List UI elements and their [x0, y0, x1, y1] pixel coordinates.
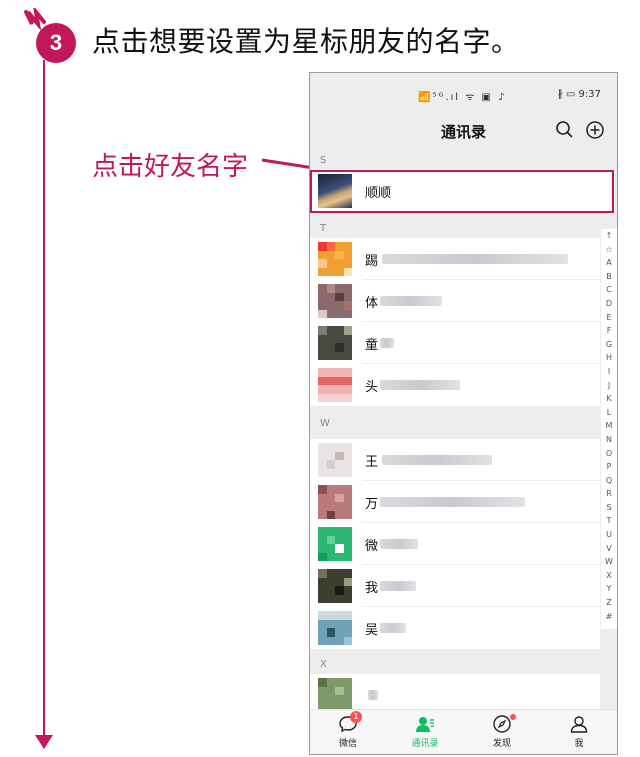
blurred-name: [380, 623, 406, 633]
tab-chats[interactable]: 1 微信: [310, 710, 386, 754]
status-right: ∦ ▭ 9:37: [557, 89, 601, 100]
index-letter[interactable]: G: [601, 338, 617, 352]
tab-discover[interactable]: 发现: [464, 710, 540, 754]
contact-row[interactable]: 王: [310, 439, 600, 481]
index-letter[interactable]: C: [601, 283, 617, 297]
contact-name: 微: [365, 539, 379, 554]
index-letter[interactable]: P: [601, 460, 617, 474]
status-bar: 📶⁵ᴳ.ıl ᯤ ▣ ♪ ∦ ▭ 9:37: [310, 73, 617, 115]
blurred-name: [380, 539, 418, 549]
index-letter[interactable]: U: [601, 528, 617, 542]
blurred-name: [380, 581, 416, 591]
index-letter[interactable]: Y: [601, 582, 617, 596]
index-letter[interactable]: L: [601, 406, 617, 420]
avatar: [318, 485, 352, 519]
contact-name: 踢: [365, 254, 379, 269]
contact-row[interactable]: 吴: [310, 607, 600, 649]
compass-icon: [493, 715, 511, 733]
index-letter[interactable]: Z: [601, 596, 617, 610]
index-letter[interactable]: ↑: [601, 229, 617, 243]
blurred-name: [380, 338, 394, 348]
search-icon[interactable]: [554, 119, 576, 141]
index-letter[interactable]: H: [601, 351, 617, 365]
section-header-t: T: [310, 220, 617, 238]
index-letter[interactable]: #: [601, 610, 617, 624]
avatar: [318, 368, 352, 402]
avatar: [318, 569, 352, 603]
index-letter[interactable]: A: [601, 256, 617, 270]
unread-badge: 1: [350, 711, 362, 723]
contact-row[interactable]: 头: [310, 364, 600, 406]
highlight-box: [310, 170, 614, 213]
blurred-name: [380, 497, 525, 507]
index-letter[interactable]: E: [601, 311, 617, 325]
index-letter[interactable]: T: [601, 514, 617, 528]
contact-row[interactable]: 童: [310, 322, 600, 364]
index-letter[interactable]: J: [601, 379, 617, 393]
tab-label: 发现: [492, 739, 511, 749]
contact-row[interactable]: 我: [310, 565, 600, 607]
tab-me[interactable]: 我: [541, 710, 617, 754]
contact-name: 万: [365, 497, 379, 512]
blurred-name: [382, 455, 492, 465]
avatar: [318, 242, 352, 276]
section-header-s: S: [310, 152, 617, 170]
avatar: [318, 527, 352, 561]
contacts-icon: [416, 717, 434, 732]
contact-row[interactable]: 微: [310, 523, 600, 565]
blurred-name: [380, 296, 442, 306]
contact-row[interactable]: 万: [310, 481, 600, 523]
avatar: [318, 611, 352, 645]
blurred-name: [380, 380, 460, 390]
contact-row[interactable]: 踢: [310, 238, 600, 280]
index-letter[interactable]: V: [601, 542, 617, 556]
contact-name: 体: [365, 296, 379, 311]
index-letter[interactable]: O: [601, 447, 617, 461]
index-letter[interactable]: D: [601, 297, 617, 311]
status-left-icons: 📶⁵ᴳ.ıl ᯤ ▣ ♪: [418, 92, 507, 103]
contact-row[interactable]: 体: [310, 280, 600, 322]
tab-label: 我: [574, 739, 584, 749]
index-letter[interactable]: N: [601, 433, 617, 447]
index-letter[interactable]: B: [601, 270, 617, 284]
tab-label: 通讯录: [411, 739, 439, 749]
blurred-name: [368, 690, 378, 700]
contact-name: 吴: [365, 623, 379, 638]
blurred-name: [382, 254, 568, 264]
nav-bar: 通讯录: [310, 115, 617, 153]
add-circle-icon[interactable]: [584, 119, 606, 141]
avatar: [318, 284, 352, 318]
section-header-x: X: [310, 656, 617, 674]
index-letter[interactable]: F: [601, 324, 617, 338]
avatar: [318, 326, 352, 360]
phone-screenshot: 📶⁵ᴳ.ıl ᯤ ▣ ♪ ∦ ▭ 9:37 通讯录 S 顺顺 T 踢 体 童 头…: [309, 72, 618, 755]
contact-name: 王: [365, 455, 379, 470]
index-letter[interactable]: Q: [601, 474, 617, 488]
alphabet-index[interactable]: ↑ ☆ A B C D E F G H I J K L M N O P Q R S T U V W X Y Z #: [601, 229, 617, 629]
tab-label: 微信: [338, 739, 357, 749]
index-letter[interactable]: K: [601, 392, 617, 406]
index-letter[interactable]: S: [601, 501, 617, 515]
contact-name: 我: [365, 581, 379, 596]
index-letter[interactable]: R: [601, 487, 617, 501]
index-letter[interactable]: W: [601, 555, 617, 569]
index-letter[interactable]: ☆: [601, 243, 617, 257]
section-header-w: W: [310, 415, 617, 433]
avatar: [318, 678, 352, 712]
index-letter[interactable]: M: [601, 419, 617, 433]
notification-dot: [510, 714, 516, 720]
person-icon: [570, 716, 588, 733]
index-letter[interactable]: I: [601, 365, 617, 379]
index-letter[interactable]: X: [601, 569, 617, 583]
tab-bar: 1 微信 通讯录 发现 我: [310, 709, 617, 754]
avatar: [318, 443, 352, 477]
contact-name: 头: [365, 380, 379, 395]
contact-name: 童: [365, 338, 379, 353]
tab-contacts[interactable]: 通讯录: [387, 710, 463, 754]
